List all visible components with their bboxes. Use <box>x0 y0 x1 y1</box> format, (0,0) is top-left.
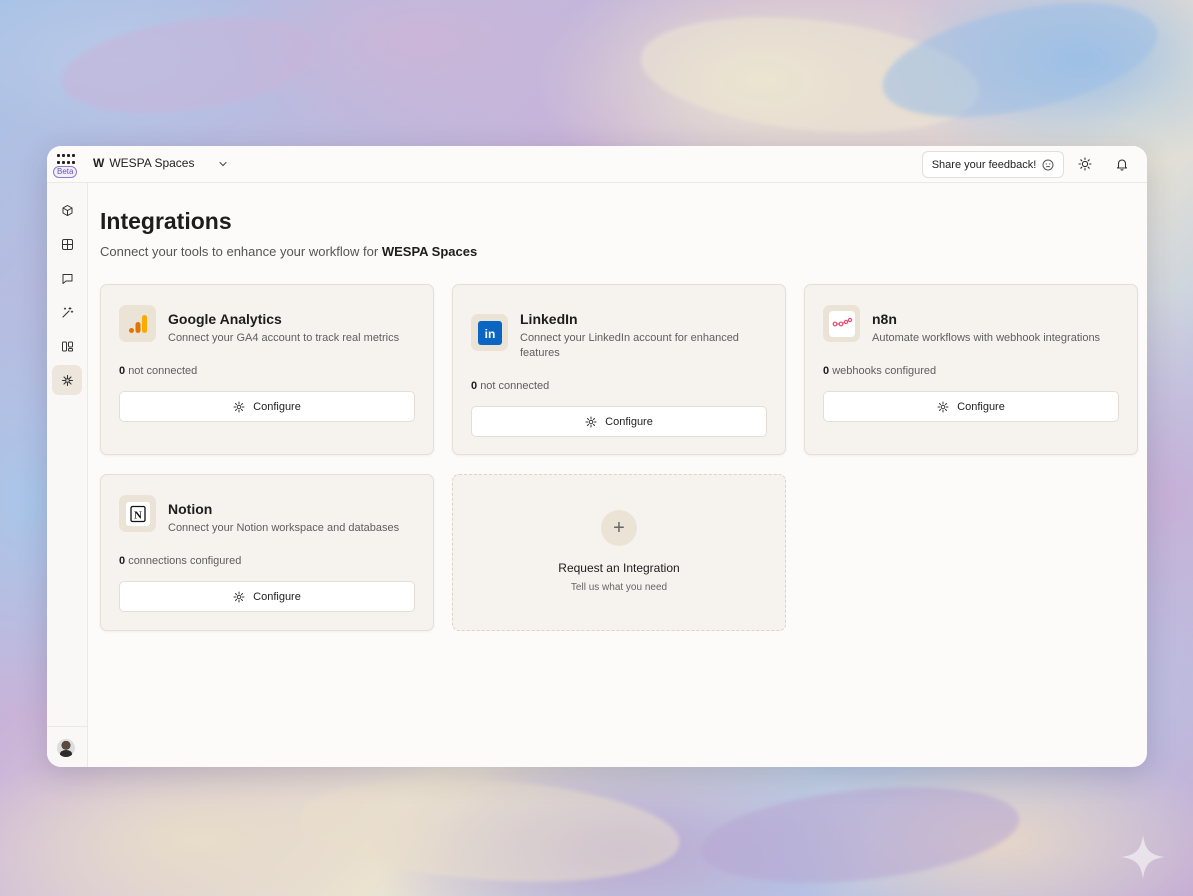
page-title: Integrations <box>100 208 232 234</box>
bell-icon <box>1116 159 1128 171</box>
status-label: webhooks configured <box>832 365 937 377</box>
sidebar-item-cube[interactable] <box>52 195 82 225</box>
feedback-button[interactable]: Share your feedback! <box>922 151 1064 178</box>
request-title: Request an Integration <box>558 561 680 575</box>
background-stroke <box>55 2 325 128</box>
sparkle-icon <box>1121 835 1165 879</box>
sidebar-item-magic[interactable] <box>52 297 82 327</box>
beta-badge: Beta <box>53 166 78 178</box>
notion-icon: N <box>119 495 156 532</box>
gear-icon <box>233 401 245 412</box>
cube-icon <box>62 204 72 216</box>
svg-text:N: N <box>134 509 142 521</box>
integrations-icon <box>61 374 73 386</box>
theme-toggle-button[interactable] <box>1077 156 1093 172</box>
notifications-button[interactable] <box>1114 156 1130 172</box>
sidebar-item-board[interactable] <box>52 331 82 361</box>
sidebar-item-chat[interactable] <box>52 263 82 293</box>
magic-wand-icon <box>61 306 73 318</box>
background-stroke <box>296 766 684 894</box>
integration-card-linkedin: in LinkedIn Connect your LinkedIn accoun… <box>452 284 786 455</box>
app-window: Beta W WESPA Spaces Share your feedback! <box>47 146 1147 767</box>
configure-label: Configure <box>605 415 653 428</box>
card-status: 0 not connected <box>471 380 549 392</box>
card-description: Connect your GA4 account to track real m… <box>168 332 400 344</box>
workspace-name: WESPA Spaces <box>109 156 195 170</box>
workspace-switcher[interactable]: W WESPA Spaces <box>93 156 194 170</box>
sidebar <box>47 183 88 767</box>
configure-label: Configure <box>253 400 301 413</box>
configure-button-linkedin[interactable]: Configure <box>471 406 767 437</box>
status-count: 0 <box>471 380 478 392</box>
subtitle-text: Connect your tools to enhance your workf… <box>100 244 379 259</box>
request-subtitle: Tell us what you need <box>570 582 668 593</box>
sidebar-footer <box>47 726 88 767</box>
card-description: Connect your Notion workspace and databa… <box>168 522 400 534</box>
subtitle-workspace: WESPA Spaces <box>381 244 478 259</box>
status-label: not connected <box>480 380 550 392</box>
sun-icon <box>1078 157 1092 171</box>
status-count: 0 <box>119 365 126 377</box>
board-icon <box>61 341 73 351</box>
card-title: n8n <box>872 311 897 327</box>
configure-button-google-analytics[interactable]: Configure <box>119 391 415 422</box>
gear-icon <box>233 591 245 602</box>
configure-button-n8n[interactable]: Configure <box>823 391 1119 422</box>
configure-button-notion[interactable]: Configure <box>119 581 415 612</box>
card-status: 0 connections configured <box>119 555 241 567</box>
status-label: not connected <box>128 365 198 377</box>
main-content: Integrations Connect your tools to enhan… <box>88 183 1147 767</box>
n8n-icon <box>823 305 860 342</box>
top-bar: Beta W WESPA Spaces Share your feedback! <box>47 146 1147 183</box>
card-status: 0 webhooks configured <box>823 365 936 377</box>
card-status: 0 not connected <box>119 365 197 377</box>
smiley-icon <box>1042 159 1054 170</box>
integration-card-n8n: n8n Automate workflows with webhook inte… <box>804 284 1138 455</box>
configure-label: Configure <box>253 590 301 603</box>
card-description: Automate workflows with webhook integrat… <box>872 332 1101 344</box>
card-title: Notion <box>168 501 213 517</box>
app-logo[interactable]: Beta <box>53 152 81 180</box>
card-description: Connect your LinkedIn account for enhanc… <box>520 332 739 359</box>
request-integration-card[interactable]: + Request an Integration Tell us what yo… <box>452 474 786 631</box>
gear-icon <box>937 401 949 412</box>
google-analytics-icon <box>119 305 156 342</box>
status-label: connections configured <box>128 555 242 567</box>
integration-card-notion: N Notion Connect your Notion workspace a… <box>100 474 434 631</box>
sidebar-item-grid[interactable] <box>52 229 82 259</box>
plus-icon: + <box>601 510 637 546</box>
status-count: 0 <box>823 365 830 377</box>
background-stroke <box>696 773 1024 896</box>
page-subtitle: Connect your tools to enhance your workf… <box>100 244 477 259</box>
sidebar-item-integrations[interactable] <box>52 365 82 395</box>
chevron-down-icon[interactable] <box>217 158 229 170</box>
workspace-logo: W <box>93 156 104 170</box>
avatar[interactable] <box>57 739 75 757</box>
linkedin-icon: in <box>471 314 508 351</box>
integration-card-google-analytics: Google Analytics Connect your GA4 accoun… <box>100 284 434 455</box>
gear-icon <box>585 416 597 427</box>
svg-text:in: in <box>484 327 495 341</box>
grid-icon <box>61 238 73 250</box>
configure-label: Configure <box>957 400 1005 413</box>
card-title: Google Analytics <box>168 311 282 327</box>
feedback-label: Share your feedback! <box>931 158 1037 171</box>
status-count: 0 <box>119 555 126 567</box>
card-title: LinkedIn <box>520 311 578 327</box>
chat-icon <box>62 273 72 284</box>
logo-grid-icon <box>57 154 75 166</box>
